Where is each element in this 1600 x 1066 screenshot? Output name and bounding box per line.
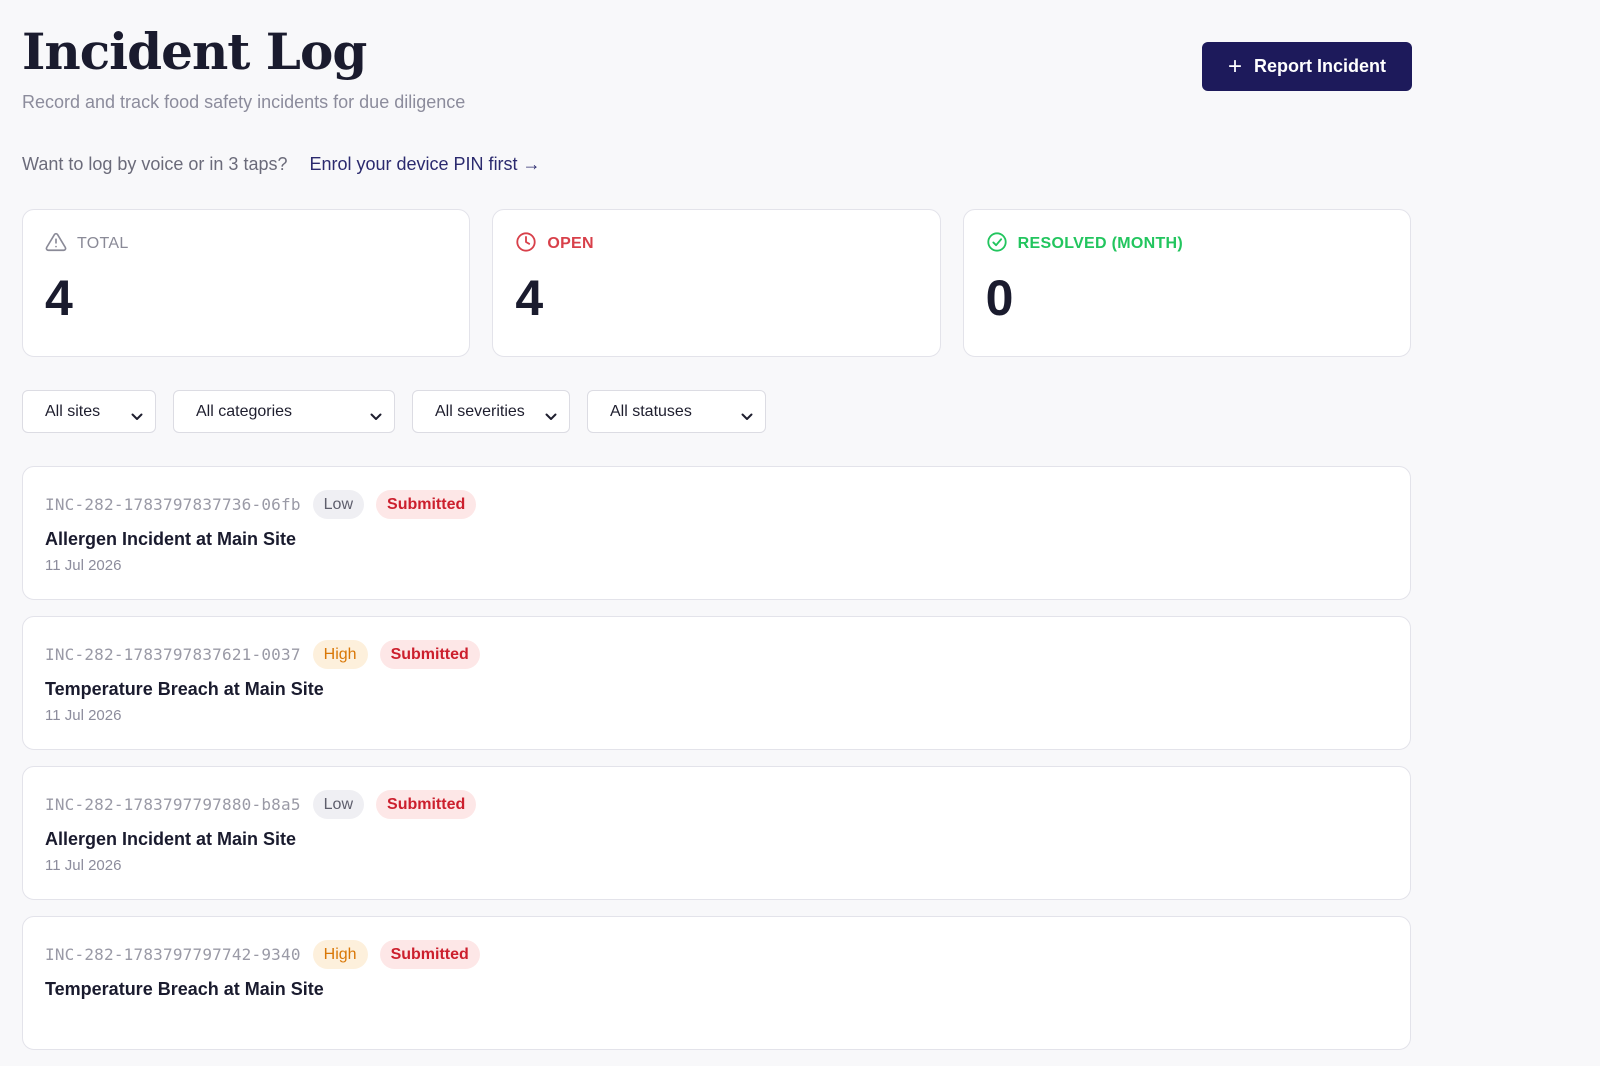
status-badge: Submitted	[379, 639, 480, 669]
severity-filter-select[interactable]: All severities	[412, 390, 570, 433]
stat-value-resolved: 0	[985, 270, 1014, 326]
incident-card[interactable]: INC-282-1783797797880-b8a5 Low Submitted…	[22, 766, 1411, 900]
stat-value-total: 4	[45, 270, 73, 326]
incident-meta-row: INC-282-1783797837621-0037 High Submitte…	[45, 639, 1388, 669]
stat-label-open: OPEN	[547, 235, 594, 252]
voice-prompt-text: Want to log by voice or in 3 taps?	[22, 153, 288, 174]
status-badge: Submitted	[379, 939, 480, 969]
incident-card[interactable]: INC-282-1783797837621-0037 High Submitte…	[22, 616, 1411, 750]
category-filter-select[interactable]: All categories	[173, 390, 395, 433]
voice-enrol-row: Want to log by voice or in 3 taps? Enrol…	[22, 150, 541, 178]
chevron-down-icon	[131, 408, 143, 420]
site-filter-value: All sites	[45, 402, 101, 420]
stat-label-row: RESOLVED (MONTH)	[986, 231, 1388, 258]
stat-card-total: TOTAL 4	[22, 209, 471, 357]
stats-row: TOTAL 4 OPEN 4 RESOLVED (MONTH) 0	[22, 209, 1411, 357]
incident-meta-row: INC-282-1783797797742-9340 High Submitte…	[45, 939, 1388, 969]
stat-label-resolved: RESOLVED (MONTH)	[1017, 235, 1184, 252]
status-badge: Submitted	[376, 489, 477, 519]
incident-card[interactable]: INC-282-1783797837736-06fb Low Submitted…	[22, 466, 1411, 600]
page-header: Incident Log Record and track food safet…	[22, 0, 1412, 125]
incident-title: Temperature Breach at Main Site	[45, 979, 324, 999]
severity-badge: High	[312, 639, 368, 669]
stat-label-row: TOTAL	[45, 232, 447, 256]
chevron-down-icon	[545, 408, 557, 420]
warning-triangle-icon	[45, 231, 67, 258]
incident-title: Allergen Incident at Main Site	[45, 829, 297, 849]
stat-card-resolved: RESOLVED (MONTH) 0	[962, 209, 1411, 357]
incident-date: 11 Jul 2026	[45, 557, 122, 574]
incident-meta-row: INC-282-1783797797880-b8a5 Low Submitted	[45, 789, 1388, 819]
report-incident-button[interactable]: + Report Incident	[1202, 42, 1412, 91]
incident-date: 11 Jul 2026	[45, 857, 122, 874]
status-filter-select[interactable]: All statuses	[587, 390, 766, 433]
report-incident-label: Report Incident	[1254, 56, 1387, 76]
status-filter-value: All statuses	[610, 402, 692, 420]
incident-id: INC-282-1783797797742-9340	[45, 944, 301, 964]
stat-label-row: OPEN	[515, 231, 917, 258]
category-filter-value: All categories	[196, 402, 293, 420]
chevron-down-icon	[741, 408, 753, 420]
incident-id: INC-282-1783797837736-06fb	[45, 494, 301, 514]
stat-card-open: OPEN 4	[492, 209, 941, 357]
incident-id: INC-282-1783797797880-b8a5	[45, 794, 301, 814]
filters-row: All sites All categories All severities …	[22, 390, 766, 433]
clock-icon	[515, 231, 537, 258]
check-circle-icon	[986, 231, 1008, 258]
site-filter-select[interactable]: All sites	[22, 390, 156, 433]
incident-card[interactable]: INC-282-1783797797742-9340 High Submitte…	[22, 916, 1411, 1050]
incident-title: Allergen Incident at Main Site	[45, 529, 297, 549]
incident-title: Temperature Breach at Main Site	[45, 679, 324, 699]
incident-id: INC-282-1783797837621-0037	[45, 644, 301, 664]
incident-list: INC-282-1783797837736-06fb Low Submitted…	[22, 466, 1411, 1066]
severity-filter-value: All severities	[435, 402, 525, 420]
incident-meta-row: INC-282-1783797837736-06fb Low Submitted	[45, 489, 1388, 519]
severity-badge: Low	[312, 489, 365, 519]
plus-icon: +	[1227, 52, 1242, 80]
chevron-down-icon	[370, 408, 382, 420]
page-title: Incident Log	[22, 22, 367, 81]
status-badge: Submitted	[376, 789, 477, 819]
severity-badge: High	[312, 939, 368, 969]
severity-badge: Low	[312, 789, 365, 819]
stat-value-open: 4	[515, 270, 544, 326]
incident-log-page: Incident Log Record and track food safet…	[22, 0, 1412, 1050]
stat-label-total: TOTAL	[77, 235, 129, 252]
page-subtitle: Record and track food safety incidents f…	[22, 92, 466, 112]
enrol-pin-link[interactable]: Enrol your device PIN first →	[309, 154, 540, 175]
incident-date: 11 Jul 2026	[45, 707, 122, 724]
